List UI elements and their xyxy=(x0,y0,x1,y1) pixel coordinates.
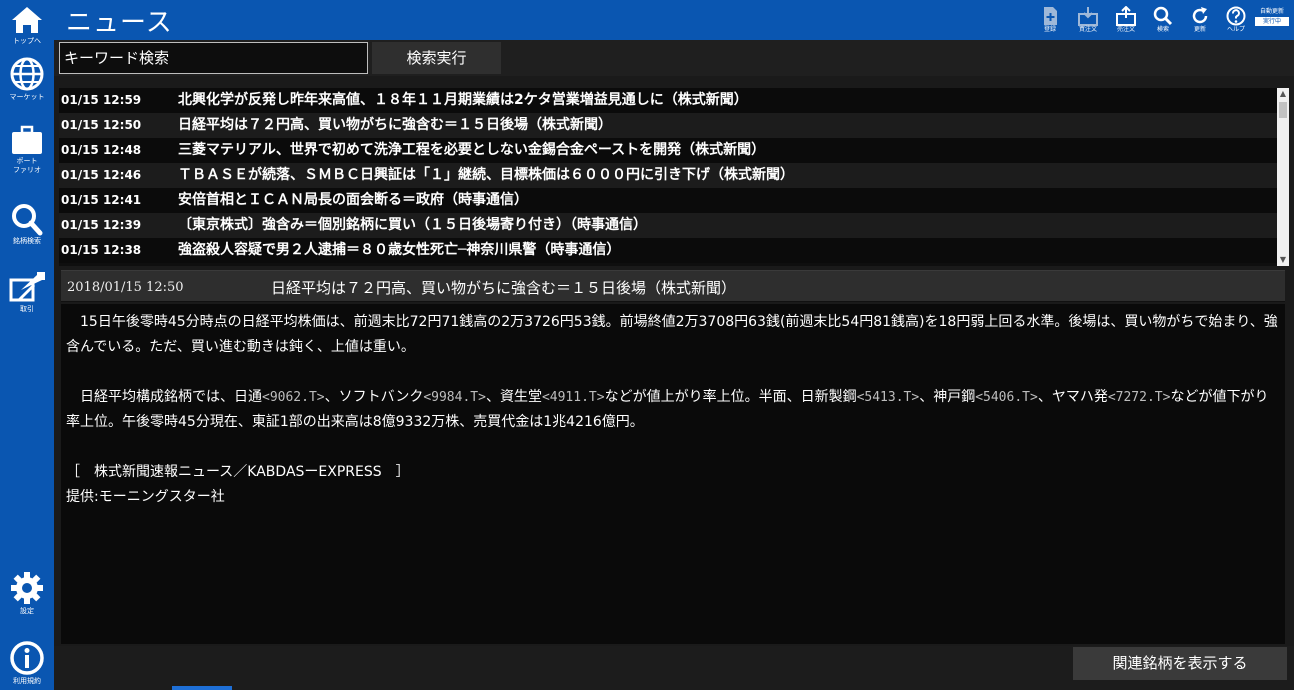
news-time: 01/15 12:50 xyxy=(61,118,142,132)
sidebar-item-label: マーケット xyxy=(9,93,45,101)
refresh-icon xyxy=(1192,7,1208,24)
help-icon xyxy=(1226,6,1246,26)
trade-icon xyxy=(9,272,45,302)
news-time: 01/15 12:38 xyxy=(61,243,142,257)
article-provider: 提供:モーニングスター社 xyxy=(66,489,225,505)
bottom-accent-line xyxy=(172,686,232,690)
text-span: 、ヤマハ発 xyxy=(1037,389,1108,405)
sidebar-item-trade[interactable]: 取引 xyxy=(0,270,54,314)
search-execute-button[interactable]: 検索実行 xyxy=(372,42,501,74)
news-list-item[interactable]: 01/15 12:59 北興化学が反発し昨年来高値、１８年１１月期業績は2ケタ営… xyxy=(59,88,1277,113)
news-time: 01/15 12:59 xyxy=(61,93,142,107)
tool-label: ヘルプ xyxy=(1226,26,1245,33)
sidebar-item-label: 設定 xyxy=(20,607,34,615)
stock-code-link[interactable]: <9984.T> xyxy=(423,390,486,405)
scroll-up-arrow-icon[interactable]: ▲ xyxy=(1277,88,1289,100)
buy-order-button[interactable]: 買注文 xyxy=(1070,6,1106,34)
text-span: 、ソフトバンク xyxy=(324,389,424,405)
auto-refresh-label: 自動更新 xyxy=(1259,8,1284,15)
news-time: 01/15 12:41 xyxy=(61,193,142,207)
sidebar-item-label: 取引 xyxy=(20,305,34,313)
news-title: 日経平均は７２円高、買い物がちに強含む＝１５日後場（株式新聞） xyxy=(178,117,612,133)
register-button[interactable]: 登録 xyxy=(1032,6,1068,34)
article-header: 2018/01/15 12:50 日経平均は７２円高、買い物がちに強含む＝１５日… xyxy=(61,270,1285,302)
sell-order-icon xyxy=(1116,6,1136,26)
briefcase-icon xyxy=(12,125,42,154)
news-list-item[interactable]: 01/15 12:39 〔東京株式〕強含み＝個別銘柄に買い（１５日後場寄り付き）… xyxy=(59,213,1277,238)
sidebar-item-label: 銘柄検索 xyxy=(13,237,41,245)
sidebar-item-label: トップへ xyxy=(13,37,41,45)
stock-code-link[interactable]: <5406.T> xyxy=(975,390,1038,405)
news-time: 01/15 12:39 xyxy=(61,218,142,232)
tool-label: 売注文 xyxy=(1116,26,1135,33)
text-span: 、資生堂 xyxy=(485,389,542,405)
article-datetime: 2018/01/15 12:50 xyxy=(67,280,184,295)
help-button[interactable]: ヘルプ xyxy=(1218,6,1254,34)
text-span: などが値上がり率上位。半面、日新製鋼 xyxy=(604,389,857,405)
news-title: 安倍首相とＩＣＡＮ局長の面会断る＝政府（時事通信） xyxy=(178,192,528,208)
stock-code-link[interactable]: <9062.T> xyxy=(262,390,325,405)
search-icon xyxy=(12,204,43,236)
auto-refresh-status: 実行中 xyxy=(1255,17,1289,26)
stock-code-link[interactable]: <4911.T> xyxy=(542,390,605,405)
search-button[interactable]: 検索 xyxy=(1145,6,1181,34)
news-list-item[interactable]: 01/15 12:46 ＴＢＡＳＥが続落、ＳＭＢＣ日興証は「１」継続、目標株価は… xyxy=(59,163,1277,188)
gear-icon xyxy=(11,572,43,604)
news-title: 三菱マテリアル、世界で初めて洗浄工程を必要としない金錫合金ペーストを開発（株式新… xyxy=(178,142,766,158)
refresh-button[interactable]: 更新 xyxy=(1182,6,1218,34)
news-list-item[interactable]: 01/15 12:41 安倍首相とＩＣＡＮ局長の面会断る＝政府（時事通信） xyxy=(59,188,1277,213)
globe-icon xyxy=(10,57,44,91)
news-list: 01/15 12:59 北興化学が反発し昨年来高値、１８年１１月期業績は2ケタ営… xyxy=(59,88,1289,266)
sidebar-item-market[interactable]: マーケット xyxy=(0,56,54,102)
buy-order-icon xyxy=(1078,7,1098,26)
text-span: 日経平均構成銘柄では、日通 xyxy=(66,389,262,405)
article-paragraph: 日経平均構成銘柄では、日通<9062.T>、ソフトバンク<9984.T>、資生堂… xyxy=(66,385,1279,435)
info-icon xyxy=(10,641,44,675)
register-icon xyxy=(1044,7,1057,25)
news-list-item[interactable]: 01/15 12:38 強盗殺人容疑で男２人逮捕＝８０歳女性死亡─神奈川県警（時… xyxy=(59,238,1277,263)
tool-label: 買注文 xyxy=(1078,26,1097,33)
news-title: 北興化学が反発し昨年来高値、１８年１１月期業績は2ケタ営業増益見通しに（株式新聞… xyxy=(178,92,748,108)
sidebar: トップへ マーケット ポート ファリオ 銘柄検索 取引 設定 利用規約 xyxy=(0,0,54,690)
top-bar: ニュース 登録 買注文 売注文 検索 更新 ヘルプ 自動更新 実行中 xyxy=(54,0,1294,40)
keyword-search-input[interactable]: キーワード検索 xyxy=(59,42,368,74)
sidebar-item-stock-search[interactable]: 銘柄検索 xyxy=(0,202,54,246)
article-paragraph: 15日午後零時45分時点の日経平均株価は、前週末比72円71銭高の2万3726円… xyxy=(66,314,1278,355)
news-list-item[interactable]: 01/15 12:50 日経平均は７２円高、買い物がちに強含む＝１５日後場（株式… xyxy=(59,113,1277,138)
scroll-down-arrow-icon[interactable]: ▼ xyxy=(1277,254,1289,266)
sidebar-item-portfolio[interactable]: ポート ファリオ xyxy=(0,124,54,175)
news-time: 01/15 12:46 xyxy=(61,168,142,182)
article-source: ［ 株式新聞速報ニュース／KABDASーEXPRESS ］ xyxy=(66,464,410,480)
news-title: ＴＢＡＳＥが続落、ＳＭＢＣ日興証は「１」継続、目標株価は６０００円に引き下げ（株… xyxy=(178,167,794,183)
news-time: 01/15 12:48 xyxy=(61,143,142,157)
tool-label: 検索 xyxy=(1156,26,1169,33)
home-icon xyxy=(12,7,42,33)
tool-label: 更新 xyxy=(1193,26,1206,33)
tool-label: 登録 xyxy=(1043,26,1056,33)
article-body: 15日午後零時45分時点の日経平均株価は、前週末比72円71銭高の2万3726円… xyxy=(61,304,1285,644)
news-title: 強盗殺人容疑で男２人逮捕＝８０歳女性死亡─神奈川県警（時事通信） xyxy=(178,242,621,258)
news-list-scrollbar[interactable]: ▲ ▼ xyxy=(1277,88,1289,266)
scroll-thumb[interactable] xyxy=(1279,102,1287,118)
sidebar-item-terms[interactable]: 利用規約 xyxy=(0,640,54,686)
text-span: 、神戸鋼 xyxy=(919,389,976,405)
sidebar-item-settings[interactable]: 設定 xyxy=(0,570,54,616)
search-icon xyxy=(1153,6,1173,26)
sidebar-item-label: ポート ファリオ xyxy=(13,157,41,174)
sell-order-button[interactable]: 売注文 xyxy=(1108,6,1144,34)
sidebar-item-top[interactable]: トップへ xyxy=(0,4,54,46)
auto-refresh-toggle[interactable]: 自動更新 実行中 xyxy=(1255,8,1289,26)
app-window: トップへ マーケット ポート ファリオ 銘柄検索 取引 設定 利用規約 ニュース xyxy=(0,0,1294,690)
page-title: ニュース xyxy=(66,8,173,38)
sidebar-item-label: 利用規約 xyxy=(13,677,41,685)
stock-code-link[interactable]: <7272.T> xyxy=(1108,390,1171,405)
stock-code-link[interactable]: <5413.T> xyxy=(857,390,920,405)
news-list-item[interactable]: 01/15 12:48 三菱マテリアル、世界で初めて洗浄工程を必要としない金錫合… xyxy=(59,138,1277,163)
article-title: 日経平均は７２円高、買い物がちに強含む＝１５日後場（株式新聞） xyxy=(271,279,737,297)
news-title: 〔東京株式〕強含み＝個別銘柄に買い（１５日後場寄り付き）（時事通信） xyxy=(178,217,647,233)
show-related-stocks-button[interactable]: 関連銘柄を表示する xyxy=(1073,647,1287,680)
